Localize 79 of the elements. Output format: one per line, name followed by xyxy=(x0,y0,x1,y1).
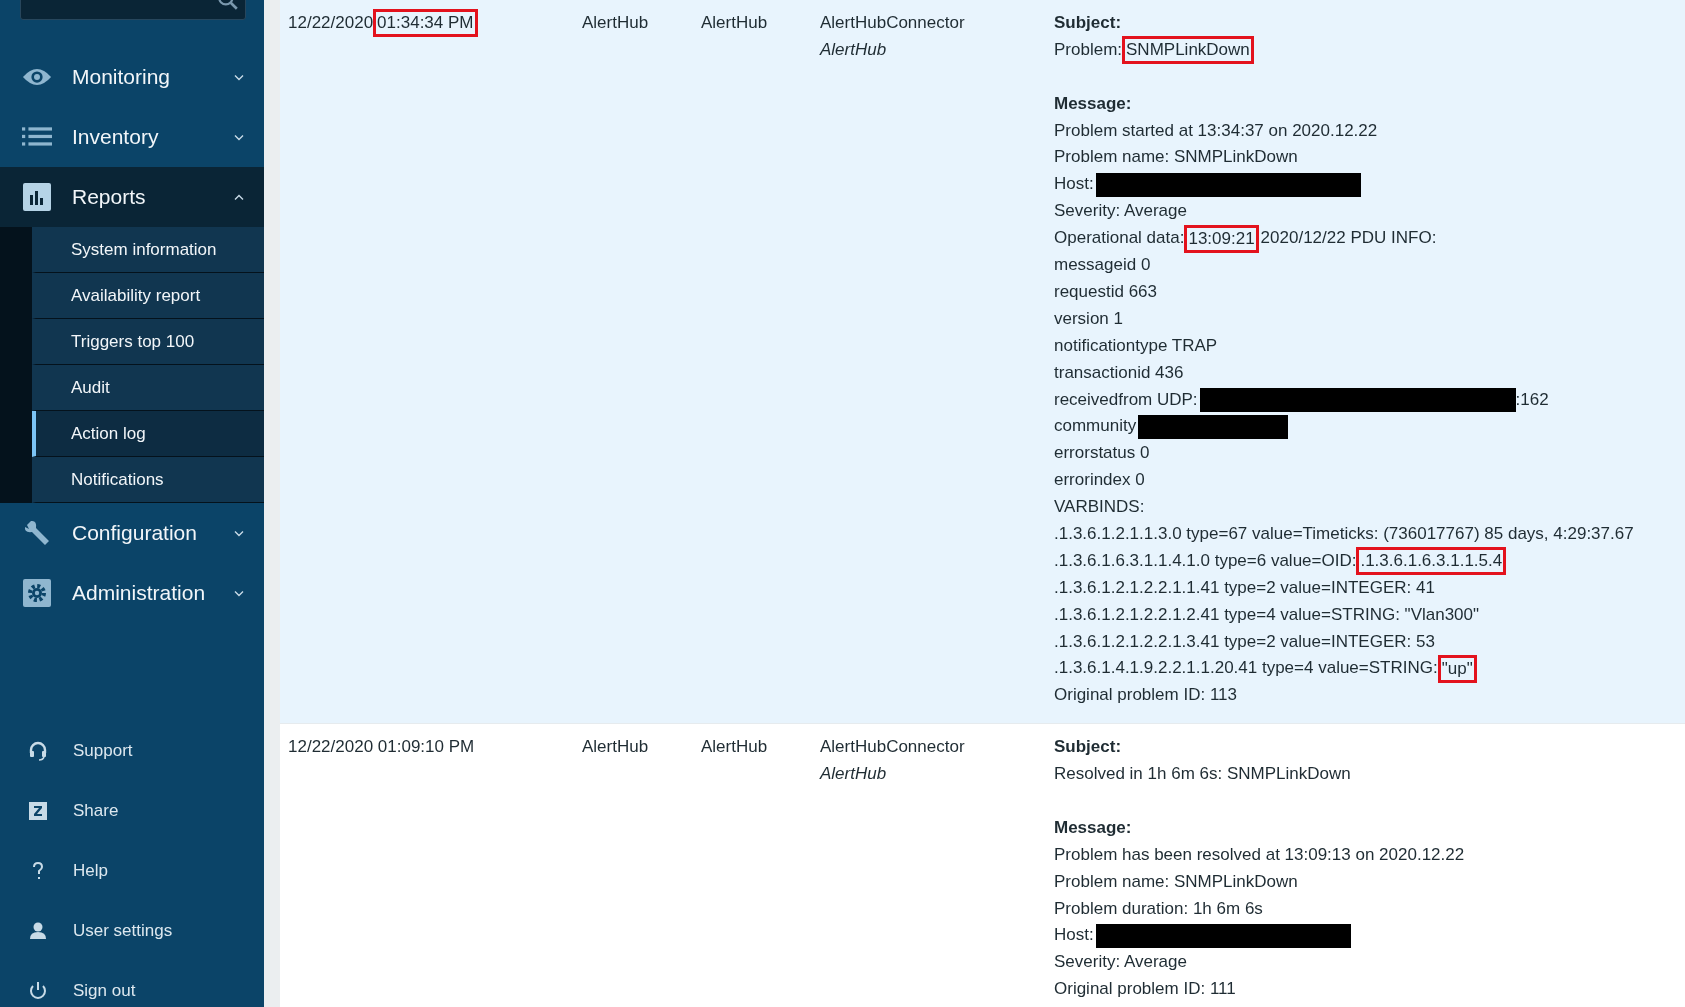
submenu-item[interactable]: Triggers top 100 xyxy=(32,319,264,365)
text: 12/22/2020 xyxy=(288,12,374,34)
sidebar-link[interactable]: Share xyxy=(0,781,264,841)
text: .1.3.6.1.4.1.9.2.2.1.1.20.41 type=4 value=STRING: xyxy=(1054,657,1438,680)
sidebar-link[interactable]: Support xyxy=(0,721,264,781)
table-cell: AlertHub xyxy=(582,737,649,757)
user-name: AlertHub xyxy=(820,763,888,786)
highlighted-text: .1.3.6.1.6.3.1.1.5.4 xyxy=(1359,550,1504,573)
text: Severity: Average xyxy=(1054,951,1187,974)
text: community xyxy=(1054,415,1137,438)
text: transactionid 436 xyxy=(1054,361,1184,384)
text: Original problem ID: 111 xyxy=(1054,978,1236,1001)
highlighted-text: "up" xyxy=(1440,657,1474,680)
text: Problem: xyxy=(1054,38,1123,61)
text: .1.3.6.1.2.1.1.3.0 type=67 value=Timeticks: (736017767) 85 days, 4:29:37.67 xyxy=(1054,522,1634,545)
menu-item[interactable]: Monitoring xyxy=(0,47,264,107)
text: notificationtype TRAP xyxy=(1054,334,1218,357)
media-type-cell-text: AlertHubConnector xyxy=(820,736,966,759)
submenu-item[interactable]: Notifications xyxy=(32,457,264,503)
media-type-cell-text: AlertHubConnector xyxy=(820,12,966,34)
text: Problem name: SNMPLinkDown xyxy=(1054,870,1298,893)
highlighted-text: SNMPLinkDown xyxy=(1125,39,1251,62)
chevron-icon xyxy=(234,133,244,141)
menu-item[interactable]: Administration xyxy=(0,563,264,623)
user-icon xyxy=(28,921,48,941)
chevron-icon xyxy=(234,589,244,597)
text: requestid 663 xyxy=(1054,280,1158,303)
text: .1.3.6.1.2.1.2.2.1.2.41 type=4 value=STRING: "Vlan300" xyxy=(1054,603,1480,626)
text: Original problem ID: 113 xyxy=(1054,684,1237,707)
subject-label: Subject: xyxy=(1054,12,1123,34)
chevron-icon xyxy=(234,193,244,201)
text: Host: xyxy=(1054,173,1094,196)
headset-icon xyxy=(28,741,48,761)
text: errorstatus 0 xyxy=(1054,442,1150,465)
text: :162 xyxy=(1515,388,1549,411)
text: messageid 0 xyxy=(1054,254,1151,277)
sidebar-link[interactable]: Sign out xyxy=(0,961,264,1007)
text: VARBINDS: xyxy=(1054,496,1145,519)
text: Problem has been resolved at 13:09:13 on 2020.12.22 xyxy=(1054,843,1465,866)
text: version 1 xyxy=(1054,307,1123,330)
chevron-icon xyxy=(234,529,244,537)
sidebar-link[interactable]: User settings xyxy=(0,901,264,961)
text: Operational data: xyxy=(1054,227,1185,250)
table-cell: AlertHub xyxy=(582,13,649,32)
text: Host: xyxy=(1054,924,1094,947)
text: Problem duration: 1h 6m 6s xyxy=(1054,897,1263,920)
table-cell: AlertHub xyxy=(701,13,768,32)
submenu-item[interactable]: Audit xyxy=(32,365,264,411)
chevron-icon xyxy=(234,73,244,81)
message-label: Message: xyxy=(1054,816,1133,839)
power-icon xyxy=(28,981,48,1001)
text: Problem name: SNMPLinkDown xyxy=(1054,146,1298,169)
menu-item[interactable]: Configuration xyxy=(0,503,264,563)
text: 12/22/2020 01:09:10 PM xyxy=(288,736,475,759)
text: .1.3.6.1.2.1.2.2.1.3.41 type=2 value=INTEGER: 53 xyxy=(1054,630,1435,653)
text: Problem started at 13:34:37 on 2020.12.22 xyxy=(1054,119,1378,142)
sidebar-link[interactable]: Help xyxy=(0,841,264,901)
gear-icon xyxy=(22,579,52,607)
text: errorindex 0 xyxy=(1054,469,1145,492)
text: Resolved in 1h 6m 6s: SNMPLinkDown xyxy=(1054,763,1351,786)
submenu-item[interactable]: Action log xyxy=(32,411,264,457)
text: Severity: Average xyxy=(1054,200,1187,223)
bar-chart-icon xyxy=(22,183,52,211)
highlighted-text: 01:34:34 PM xyxy=(376,12,475,35)
message-label: Message: xyxy=(1054,92,1133,115)
text: .1.3.6.1.2.1.2.2.1.1.41 type=2 value=INTEGER: 41 xyxy=(1054,576,1435,599)
subject-label: Subject: xyxy=(1054,736,1123,759)
wrench-icon xyxy=(22,519,52,547)
highlighted-text: 13:09:21 xyxy=(1187,227,1256,250)
submenu-item[interactable]: Availability report xyxy=(32,273,264,319)
z-logo-icon xyxy=(28,801,48,821)
menu-item[interactable]: Reports xyxy=(0,167,264,227)
text: receivedfrom UDP: xyxy=(1054,388,1198,411)
text: .1.3.6.1.6.3.1.1.4.1.0 type=6 value=OID: xyxy=(1054,549,1357,572)
submenu-item[interactable]: System information xyxy=(32,227,264,273)
text: 2020/12/22 PDU INFO: xyxy=(1260,227,1437,250)
user-name: AlertHub xyxy=(820,38,888,61)
menu-item[interactable]: Inventory xyxy=(0,107,264,167)
table-cell: AlertHub xyxy=(701,737,768,757)
